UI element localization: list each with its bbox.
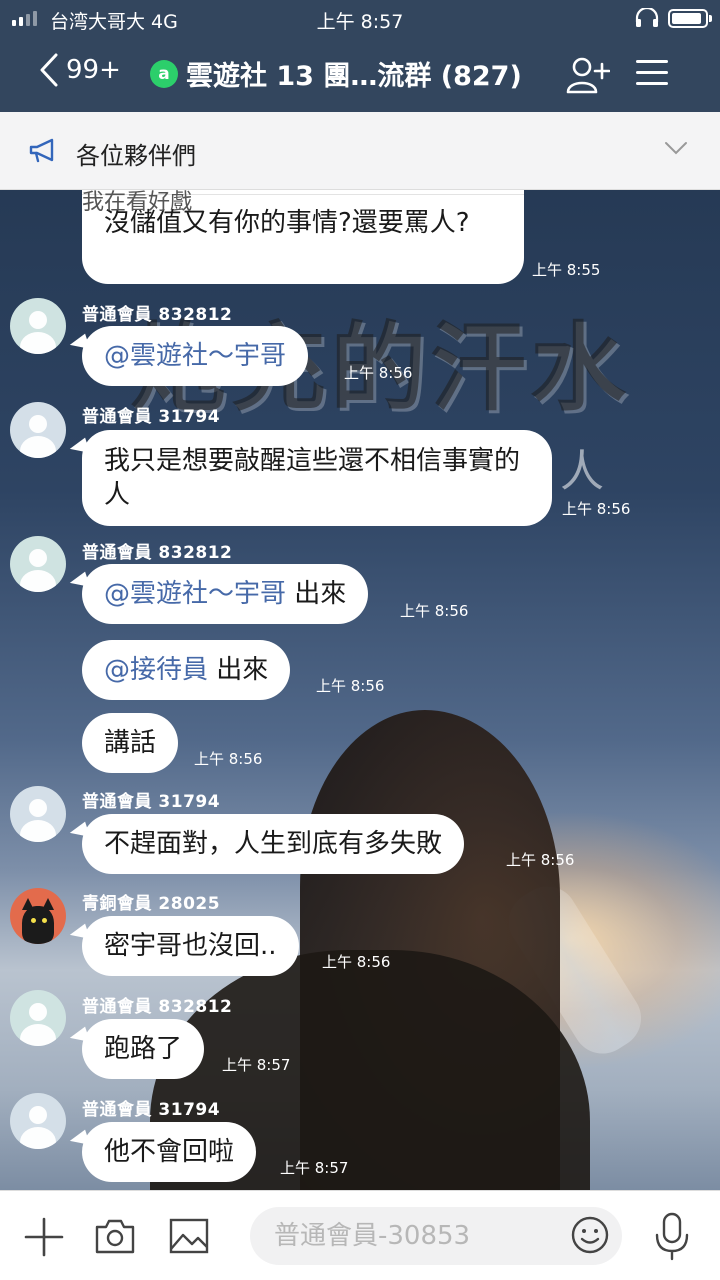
avatar[interactable] [10,298,66,354]
message-time: 上午 8:55 [532,261,601,279]
battery-icon [668,9,712,28]
back-button[interactable]: 99+ [38,52,121,88]
emoji-icon[interactable] [570,1215,610,1255]
announcement-banner[interactable]: 各位夥伴們 [0,112,720,190]
message-input-bar [0,1190,720,1280]
sender-name: 青銅會員 28025 [82,894,221,914]
message-time: 上午 8:56 [400,602,469,620]
mention-link[interactable]: @雲遊社～宇哥 [104,579,286,609]
headphone-icon [634,6,660,33]
message-bubble[interactable]: @雲遊社～宇哥 出來 [82,564,369,624]
message-text: 跑路了 [104,1034,183,1064]
message-time: 上午 8:57 [222,1056,291,1074]
chat-title[interactable]: 雲遊社 13 團…流群 (827) [186,54,522,93]
mention-link[interactable]: @接待員 [104,655,208,685]
mention-link[interactable]: @雲遊社～宇哥 [104,341,286,371]
add-friend-icon[interactable] [566,56,610,94]
message-text: 出來 [208,655,269,685]
message-bubble[interactable]: 他不會回啦 [82,1122,257,1182]
message-bubble[interactable]: 我只是想要敲醒這些還不相信事實的人 [82,430,552,526]
message-input[interactable] [250,1207,622,1265]
megaphone-icon [29,138,54,163]
message-bubble[interactable]: 跑路了 [82,1019,205,1079]
chevron-down-icon[interactable] [664,140,688,156]
message-text: 密宇哥也沒回.. [104,931,277,961]
message-time: 上午 8:56 [562,500,631,518]
message-time: 上午 8:56 [194,750,263,768]
avatar[interactable] [10,990,66,1046]
message-text: 不趕面對，人生到底有多失敗 [104,829,443,859]
message-text: 我只是想要敲醒這些還不相信事實的人 [104,446,521,510]
message-time: 上午 8:56 [316,677,385,695]
message-bubble[interactable]: @接待員 出來 [82,640,291,700]
status-bar: 台湾大哥大 4G 上午 8:57 [0,0,720,36]
message-time: 上午 8:56 [322,953,391,971]
camera-icon[interactable] [94,1217,136,1255]
back-chevron-icon [40,53,58,87]
message-time: 上午 8:57 [280,1159,349,1177]
avatar[interactable] [10,402,66,458]
plus-icon[interactable] [24,1217,64,1257]
avatar[interactable] [10,1093,66,1149]
message-list[interactable]: 沒儲值又有你的事情?還要罵人? 我在看好戲 上午 8:55 普通會員 83281… [0,190,720,1190]
image-icon[interactable] [168,1217,210,1255]
announcement-text: 各位夥伴們 [76,142,196,170]
unread-count: 99+ [66,55,121,85]
sender-name: 普通會員 832812 [82,305,233,325]
message-text: 他不會回啦 [104,1137,235,1167]
sender-name: 普通會員 31794 [82,407,221,427]
message-bubble[interactable]: 密宇哥也沒回.. [82,916,299,976]
message-time: 上午 8:56 [344,364,413,382]
avatar[interactable] [10,888,66,944]
message-time: 上午 8:56 [506,851,575,869]
sender-name: 普通會員 31794 [82,1100,221,1120]
message-bubble[interactable]: 講話 [82,713,179,773]
message-bubble[interactable]: @雲遊社～宇哥 [82,326,309,386]
avatar[interactable] [10,786,66,842]
sender-name: 普通會員 832812 [82,997,233,1017]
status-time: 上午 8:57 [316,11,404,33]
avatar[interactable] [10,536,66,592]
quoted-message-text: 我在看好戲 [82,190,193,215]
group-type-icon: a [150,60,178,88]
message-bubble[interactable]: 不趕面對，人生到底有多失敗 [82,814,465,874]
chat-header: 99+ a 雲遊社 13 團…流群 (827) [0,36,720,112]
message-text: 出來 [286,579,347,609]
message-text: 講話 [104,728,157,758]
menu-icon[interactable] [636,60,668,86]
sender-name: 普通會員 832812 [82,543,233,563]
microphone-icon[interactable] [652,1211,692,1261]
sender-name: 普通會員 31794 [82,792,221,812]
